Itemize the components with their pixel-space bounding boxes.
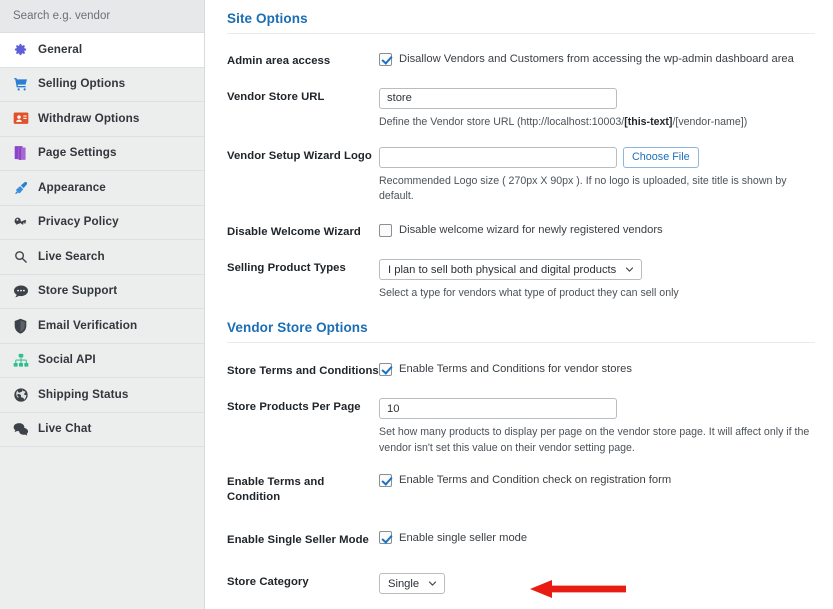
section-divider [227, 341, 815, 343]
sidebar-search[interactable] [0, 0, 204, 33]
sidebar: General Selling Options [0, 0, 205, 609]
field-vendor-store-url: Vendor Store URL Define the Vendor store… [205, 87, 833, 130]
sitemap-icon [12, 352, 29, 369]
sidebar-item-label: Page Settings [38, 146, 117, 160]
helper-suffix: /[vendor-name]) [672, 115, 748, 128]
sidebar-item-email-verification[interactable]: Email Verification [0, 309, 204, 344]
admin-area-access-checkbox[interactable] [379, 52, 392, 66]
vendor-store-url-helper: Define the Vendor store URL (http://loca… [379, 115, 815, 130]
withdraw-card-icon [12, 110, 29, 127]
checkbox-label: Enable single seller mode [399, 531, 528, 544]
sidebar-item-label: General [38, 42, 83, 56]
field-label: Vendor Store URL [227, 90, 325, 103]
search-input[interactable] [13, 10, 204, 22]
globe-icon [12, 386, 29, 403]
field-label: Enable Terms and Condition [227, 476, 325, 503]
field-store-category: Store Category Single [205, 573, 833, 595]
sidebar-item-page-settings[interactable]: Page Settings [0, 136, 204, 171]
logo-helper: Recommended Logo size ( 270px X 90px ). … [379, 175, 787, 203]
store-category-select[interactable]: Single [379, 573, 446, 595]
choose-file-button[interactable]: Choose File [623, 147, 699, 169]
sidebar-item-appearance[interactable]: Appearance [0, 171, 204, 206]
field-label: Store Products Per Page [227, 401, 361, 414]
vendor-store-options-heading: Vendor Store Options [227, 319, 368, 335]
settings-content: Site Options Admin area access Disallow … [205, 0, 833, 609]
book-pages-icon [12, 145, 29, 162]
helper-bold: [this-text] [624, 115, 673, 128]
gear-icon [12, 41, 29, 58]
sidebar-item-label: Live Search [38, 249, 105, 263]
field-enable-terms-and-condition: Enable Terms and Condition Enable Terms … [205, 473, 833, 504]
magnifier-icon [12, 248, 29, 265]
checkbox-label: Enable Terms and Conditions for vendor s… [399, 362, 632, 375]
sidebar-item-shipping-status[interactable]: Shipping Status [0, 378, 204, 413]
field-label: Store Category [227, 576, 309, 589]
sidebar-item-label: Social API [38, 353, 96, 367]
sidebar-item-live-chat[interactable]: Live Chat [0, 412, 204, 447]
chevron-down-icon [625, 265, 634, 274]
field-admin-area-access: Admin area access Disallow Vendors and C… [205, 52, 833, 69]
checkbox-label: Disable welcome wizard for newly registe… [399, 223, 663, 236]
sidebar-item-label: Selling Options [38, 77, 126, 91]
sidebar-item-general[interactable]: General [0, 33, 204, 68]
site-options-heading: Site Options [227, 11, 308, 26]
sidebar-empty-space [0, 447, 204, 609]
sidebar-item-privacy-policy[interactable]: Privacy Policy [0, 205, 204, 240]
sidebar-item-label: Email Verification [38, 318, 138, 332]
store-products-per-page-input[interactable] [379, 398, 617, 420]
store-terms-checkbox[interactable] [379, 362, 392, 376]
sidebar-item-label: Appearance [38, 180, 106, 194]
field-label: Selling Product Types [227, 262, 346, 275]
sidebar-item-label: Shipping Status [38, 387, 129, 401]
selling-product-types-select[interactable]: I plan to sell both physical and digital… [379, 259, 643, 281]
sidebar-item-store-support[interactable]: Store Support [0, 274, 204, 309]
field-label: Vendor Setup Wizard Logo [227, 150, 372, 163]
field-label: Enable Single Seller Mode [227, 533, 369, 546]
field-store-terms-and-conditions: Store Terms and Conditions Enable Terms … [205, 362, 833, 379]
sidebar-item-label: Store Support [38, 284, 118, 298]
field-enable-single-seller-mode: Enable Single Seller Mode Enable single … [205, 531, 833, 548]
sidebar-item-live-search[interactable]: Live Search [0, 240, 204, 275]
field-selling-product-types: Selling Product Types I plan to sell bot… [205, 259, 833, 301]
field-label: Admin area access [227, 55, 331, 67]
vendor-setup-wizard-logo-input[interactable] [379, 147, 617, 169]
section-divider [227, 33, 815, 34]
sidebar-item-social-api[interactable]: Social API [0, 343, 204, 378]
key-icon [12, 214, 29, 231]
selling-product-types-helper: Select a type for vendors what type of p… [379, 287, 679, 300]
vendor-store-url-input[interactable] [379, 87, 617, 109]
chat-bubbles-icon [12, 421, 29, 438]
field-vendor-setup-wizard-logo: Vendor Setup Wizard Logo Choose File Rec… [205, 147, 833, 205]
settings-page: General Selling Options [0, 0, 833, 609]
sidebar-item-label: Privacy Policy [38, 215, 119, 229]
helper-prefix: Define the Vendor store URL (http://loca… [379, 115, 625, 128]
enable-single-seller-mode-checkbox[interactable] [379, 531, 392, 545]
chevron-down-icon [428, 579, 437, 588]
store-products-per-page-helper: Set how many products to display per pag… [379, 426, 810, 454]
shopping-cart-icon [12, 76, 29, 93]
field-store-products-per-page: Store Products Per Page Set how many pro… [205, 398, 833, 456]
enable-terms-checkbox[interactable] [379, 473, 392, 487]
select-value: I plan to sell both physical and digital… [388, 263, 617, 276]
field-label: Disable Welcome Wizard [227, 225, 361, 238]
sidebar-item-label: Live Chat [38, 422, 92, 436]
checkbox-label: Disallow Vendors and Customers from acce… [399, 53, 794, 65]
checkbox-label: Enable Terms and Condition check on regi… [399, 474, 672, 487]
sidebar-item-withdraw-options[interactable]: Withdraw Options [0, 102, 204, 137]
speech-bubble-icon [12, 283, 29, 300]
select-value: Single [388, 577, 420, 590]
paint-brush-icon [12, 179, 29, 196]
sidebar-item-label: Withdraw Options [38, 111, 140, 125]
field-disable-welcome-wizard: Disable Welcome Wizard Disable welcome w… [205, 223, 833, 240]
sidebar-item-selling-options[interactable]: Selling Options [0, 67, 204, 102]
field-label: Store Terms and Conditions [227, 364, 379, 377]
shield-icon [12, 317, 29, 334]
disable-welcome-wizard-checkbox[interactable] [379, 223, 392, 237]
